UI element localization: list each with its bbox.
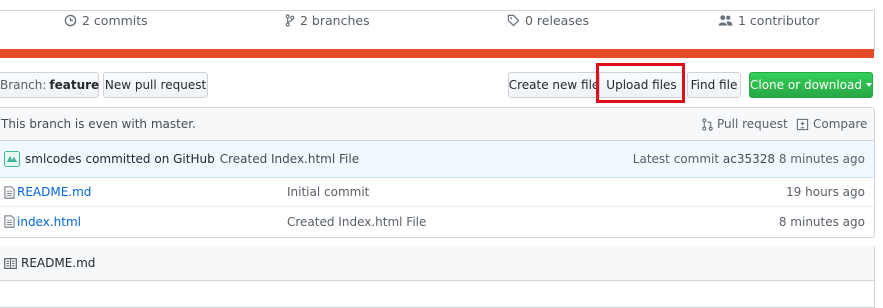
branches-count: 2 branches <box>300 12 370 28</box>
history-icon <box>64 14 77 26</box>
branches-link[interactable]: 2 branches <box>285 0 370 40</box>
releases-count: 0 releases <box>525 12 590 28</box>
file-age: 19 hours ago <box>786 185 865 199</box>
compare-link[interactable]: Compare <box>796 117 867 131</box>
readme-header: README.md <box>0 246 874 281</box>
file-commit-message[interactable]: Created Index.html File <box>287 215 426 229</box>
branch-status-text: This branch is even with master. <box>1 117 196 131</box>
pull-request-label: Pull request <box>717 117 788 131</box>
find-file-button[interactable]: Find file <box>687 72 741 98</box>
releases-link[interactable]: 0 releases <box>507 0 589 40</box>
chevron-down-icon <box>865 83 872 87</box>
pull-request-icon <box>702 117 713 131</box>
clone-or-download-label: Clone or download <box>750 78 862 92</box>
file-commit-message[interactable]: Initial commit <box>287 185 369 199</box>
new-pull-request-button[interactable]: New pull request <box>103 72 208 98</box>
tag-icon <box>507 14 520 26</box>
people-icon <box>718 14 733 26</box>
upload-files-highlight <box>596 63 685 103</box>
clone-or-download-button[interactable]: Clone or download <box>749 72 873 98</box>
commits-count: 2 commits <box>82 12 148 28</box>
file-name-link[interactable]: index.html <box>17 215 81 229</box>
contributors-link[interactable]: 1 contributor <box>718 0 819 40</box>
branch-label: Branch: <box>0 78 47 92</box>
readme-title: README.md <box>21 256 96 270</box>
commit-message[interactable]: Created Index.html File <box>220 152 359 166</box>
commits-link[interactable]: 2 commits <box>64 0 148 40</box>
commit-sha[interactable]: ac35328 <box>723 152 775 166</box>
pull-request-link[interactable]: Pull request <box>702 117 788 131</box>
diff-icon <box>796 118 809 130</box>
file-icon <box>4 185 15 199</box>
file-icon <box>4 215 15 228</box>
commit-age: 8 minutes ago <box>778 152 865 166</box>
branch-icon <box>285 13 295 27</box>
avatar[interactable] <box>4 151 20 167</box>
create-new-file-button[interactable]: Create new file <box>508 72 600 98</box>
branch-value: feature <box>49 78 100 92</box>
commit-action: committed on GitHub <box>85 152 215 166</box>
table-row: index.html Created Index.html File 8 min… <box>0 207 874 236</box>
avatar-icon <box>4 151 20 167</box>
commit-author[interactable]: smlcodes <box>25 152 81 166</box>
table-row: README.md Initial commit 19 hours ago <box>0 178 874 207</box>
branch-select-button[interactable]: Branch: feature <box>0 72 110 98</box>
compare-label: Compare <box>813 117 868 131</box>
latest-commit-info: Latest commit ac35328 8 minutes ago <box>633 152 865 166</box>
latest-commit-label: Latest commit <box>632 152 720 166</box>
file-age: 8 minutes ago <box>778 214 865 229</box>
language-bar <box>0 49 874 58</box>
contributors-count: 1 contributor <box>738 12 820 28</box>
book-icon <box>4 257 17 269</box>
file-name-link[interactable]: README.md <box>17 185 91 199</box>
